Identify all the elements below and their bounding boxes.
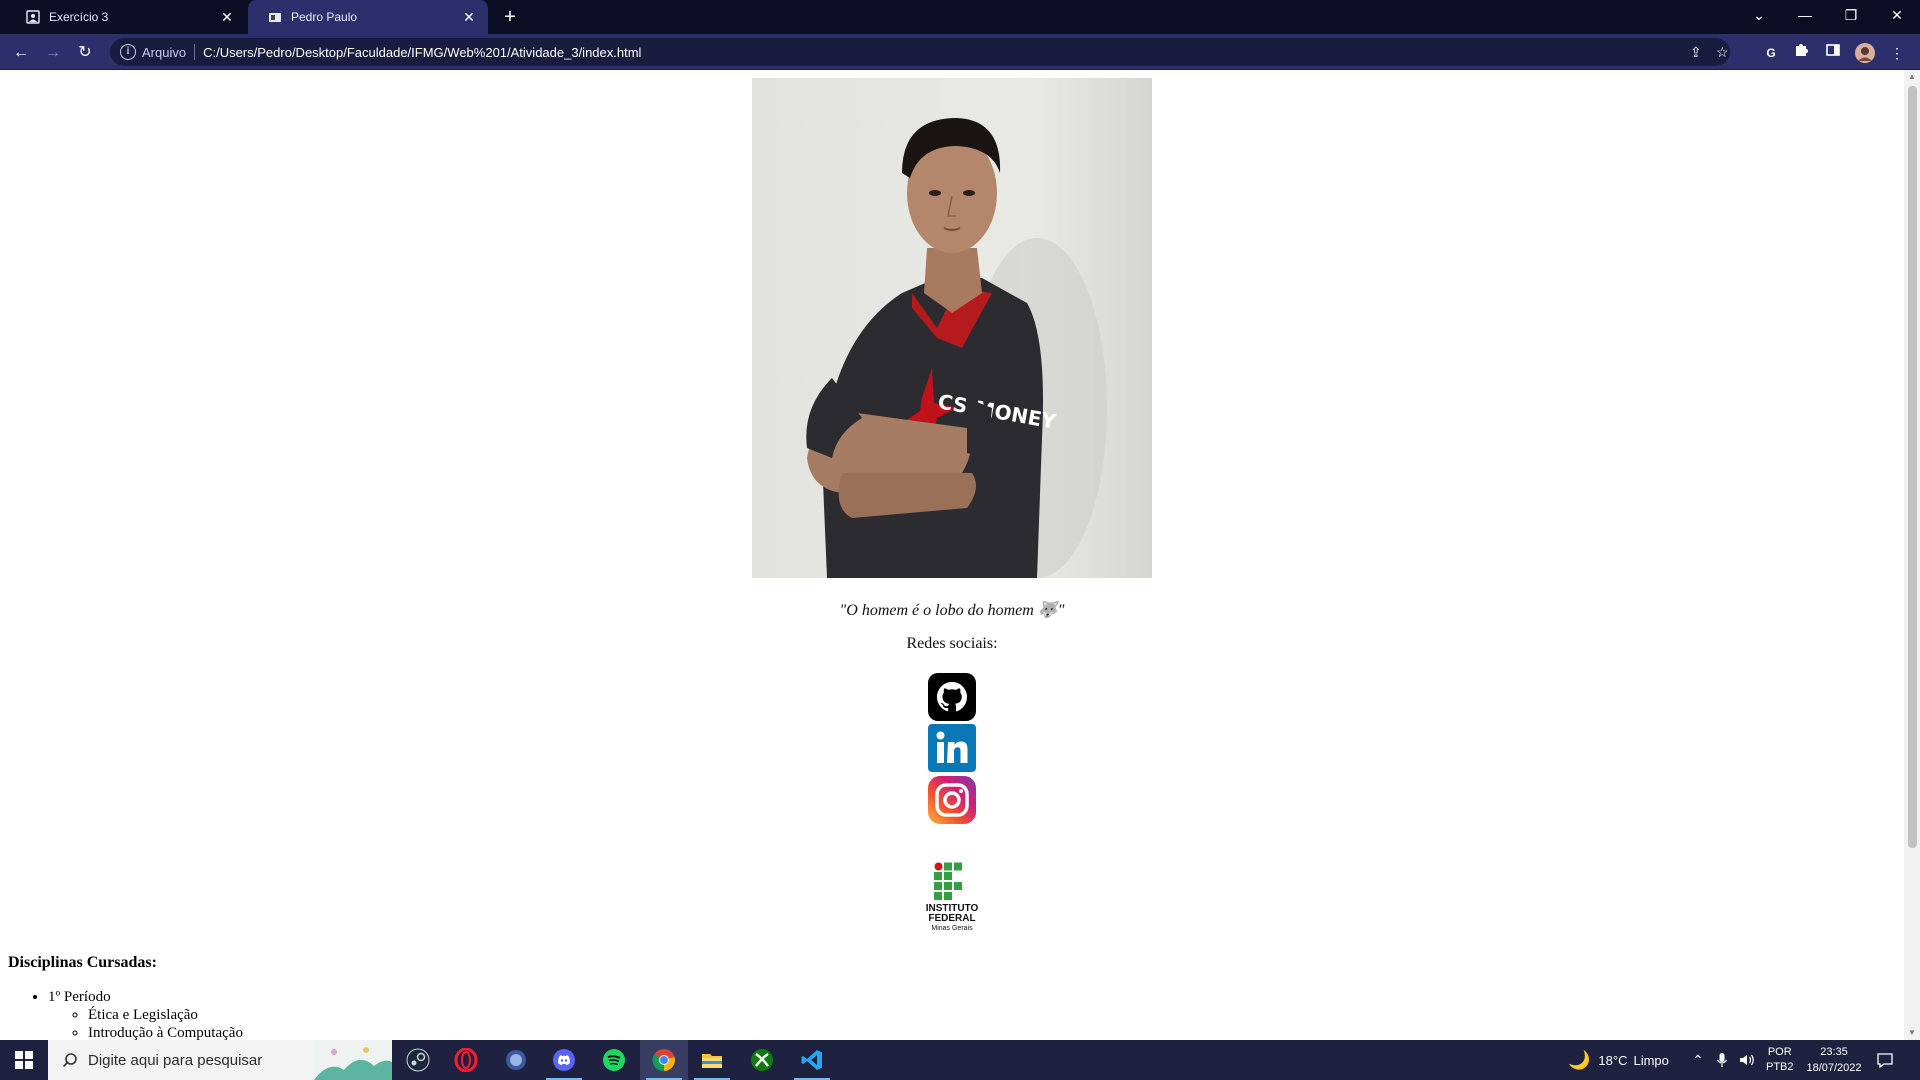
show-hidden-icons-chevron-icon[interactable]: ⌃ (1692, 1040, 1704, 1080)
taskbar-search-box[interactable]: Digite aqui para pesquisar (48, 1040, 392, 1080)
browser-toolbar: ← → ↻ i Arquivo C:/Users/Pedro/Desktop/F… (0, 34, 1920, 70)
extensions-puzzle-icon[interactable] (1790, 42, 1812, 64)
spotify-icon (603, 1049, 625, 1071)
bookmark-star-icon[interactable]: ☆ (1716, 38, 1729, 66)
opera-taskbar-button[interactable] (442, 1040, 490, 1080)
back-button[interactable]: ← (8, 40, 34, 66)
github-link[interactable] (928, 673, 976, 721)
start-button[interactable] (0, 1040, 48, 1080)
search-placeholder: Digite aqui para pesquisar (88, 1051, 263, 1069)
logo-line-2: FEDERAL (928, 913, 975, 924)
github-icon (928, 673, 976, 721)
windows-logo-icon (15, 1051, 33, 1069)
vscode-taskbar-button[interactable] (788, 1040, 836, 1080)
disciplines-list: 1º Período Ética e Legislação Introdução… (8, 988, 243, 1040)
social-networks-title: Redes sociais: (906, 635, 998, 652)
browser-menu-icon[interactable]: ⋮ (1886, 42, 1908, 64)
volume-icon[interactable] (1738, 1040, 1756, 1080)
ifmg-logo: INSTITUTO FEDERAL Minas Gerais (920, 861, 984, 941)
instagram-link[interactable] (928, 776, 976, 824)
weather-condition: Limpo (1633, 1052, 1669, 1068)
xbox-taskbar-button[interactable] (738, 1040, 786, 1080)
moon-icon: 🌙 (1568, 1049, 1591, 1070)
forward-button[interactable]: → (40, 40, 66, 66)
opera-icon (454, 1048, 478, 1072)
steam-icon (406, 1048, 430, 1072)
spotify-taskbar-button[interactable] (590, 1040, 638, 1080)
chrome-taskbar-button[interactable] (640, 1040, 688, 1080)
page-viewport: CS:MONEY "O homem é o lobo do homem 🐺" R… (0, 70, 1904, 1040)
chrome-icon (652, 1049, 675, 1072)
xbox-icon (751, 1049, 773, 1071)
divider (194, 44, 196, 60)
weather-temp: 18°C (1598, 1052, 1628, 1068)
side-panel-icon[interactable] (1822, 42, 1844, 64)
input-language-indicator[interactable]: POR PTB2 (1766, 1040, 1794, 1080)
close-window-button[interactable]: ✕ (1874, 0, 1920, 30)
instagram-icon (928, 776, 976, 824)
site-info-icon[interactable]: i (120, 44, 136, 60)
image-favicon-icon (25, 9, 41, 25)
tab-label: Exercício 3 (49, 10, 109, 24)
app-icon (506, 1050, 526, 1070)
app-taskbar-button[interactable] (492, 1040, 540, 1080)
tab-exercicio-3[interactable]: Exercício 3 ✕ (6, 0, 246, 34)
period-item: 1º Período Ética e Legislação Introdução… (48, 988, 243, 1040)
page-favicon-icon (267, 9, 283, 25)
profile-photo: CS:MONEY (752, 78, 1152, 578)
quote-text: "O homem é o lobo do homem 🐺" (839, 602, 1065, 619)
scroll-up-icon[interactable]: ▲ (1904, 70, 1920, 84)
search-highlight-icon (314, 1040, 392, 1080)
steam-taskbar-button[interactable] (394, 1040, 442, 1080)
period-label: 1º Período (48, 989, 111, 1005)
tab-search-chevron-icon[interactable]: ⌄ (1736, 0, 1782, 30)
clock-time: 23:35 (1820, 1046, 1848, 1058)
url-text[interactable]: C:/Users/Pedro/Desktop/Faculdade/IFMG/We… (203, 45, 641, 60)
page-scrollbar[interactable]: ▲ ▼ (1904, 70, 1920, 1040)
address-bar[interactable]: i Arquivo C:/Users/Pedro/Desktop/Faculda… (110, 38, 1730, 66)
minimize-button[interactable]: — (1782, 0, 1828, 30)
disciplines-heading: Disciplinas Cursadas: (8, 954, 157, 971)
tab-label: Pedro Paulo (291, 10, 358, 24)
clock[interactable]: 23:35 18/07/2022 (1802, 1040, 1866, 1080)
microphone-icon[interactable] (1716, 1040, 1728, 1080)
subjects-list: Ética e Legislação Introdução à Computaç… (48, 1006, 243, 1040)
notification-icon (1877, 1053, 1893, 1069)
share-icon[interactable]: ⇪ (1690, 38, 1702, 66)
keyboard-layout: PTB2 (1766, 1061, 1794, 1073)
clock-date: 18/07/2022 (1806, 1062, 1862, 1074)
discord-taskbar-button[interactable] (540, 1040, 588, 1080)
profile-avatar[interactable] (1854, 42, 1876, 64)
file-explorer-taskbar-button[interactable] (688, 1040, 736, 1080)
subject-item: Ética e Legislação (88, 1006, 243, 1024)
vscode-icon (801, 1050, 822, 1070)
search-icon (62, 1053, 77, 1068)
linkedin-link[interactable] (928, 724, 976, 772)
language-code: POR (1767, 1046, 1792, 1058)
grammarly-extension-icon[interactable]: G (1760, 42, 1782, 64)
linkedin-icon (928, 724, 976, 772)
close-tab-icon[interactable]: ✕ (460, 9, 478, 26)
close-tab-icon[interactable]: ✕ (218, 9, 236, 26)
discord-icon (553, 1049, 575, 1071)
tab-pedro-paulo[interactable]: Pedro Paulo ✕ (248, 0, 488, 34)
reload-button[interactable]: ↻ (72, 40, 98, 66)
scheme-label: Arquivo (142, 44, 187, 60)
logo-line-3: Minas Gerais (931, 925, 973, 932)
subject-item: Introdução à Computação (88, 1024, 243, 1040)
scroll-down-icon[interactable]: ▼ (1904, 1026, 1920, 1040)
windows-taskbar: Digite aqui para pesquisar 🌙 18°C Limpo … (0, 1040, 1920, 1080)
new-tab-button[interactable]: + (498, 5, 522, 29)
notifications-button[interactable] (1876, 1040, 1894, 1080)
file-explorer-icon (702, 1054, 722, 1068)
restore-button[interactable]: ❐ (1828, 0, 1874, 30)
tab-strip: Exercício 3 ✕ Pedro Paulo ✕ + ⌄ — ❐ ✕ (0, 0, 1920, 34)
scrollbar-thumb[interactable] (1908, 86, 1917, 848)
weather-widget[interactable]: 🌙 18°C Limpo (1568, 1040, 1669, 1080)
